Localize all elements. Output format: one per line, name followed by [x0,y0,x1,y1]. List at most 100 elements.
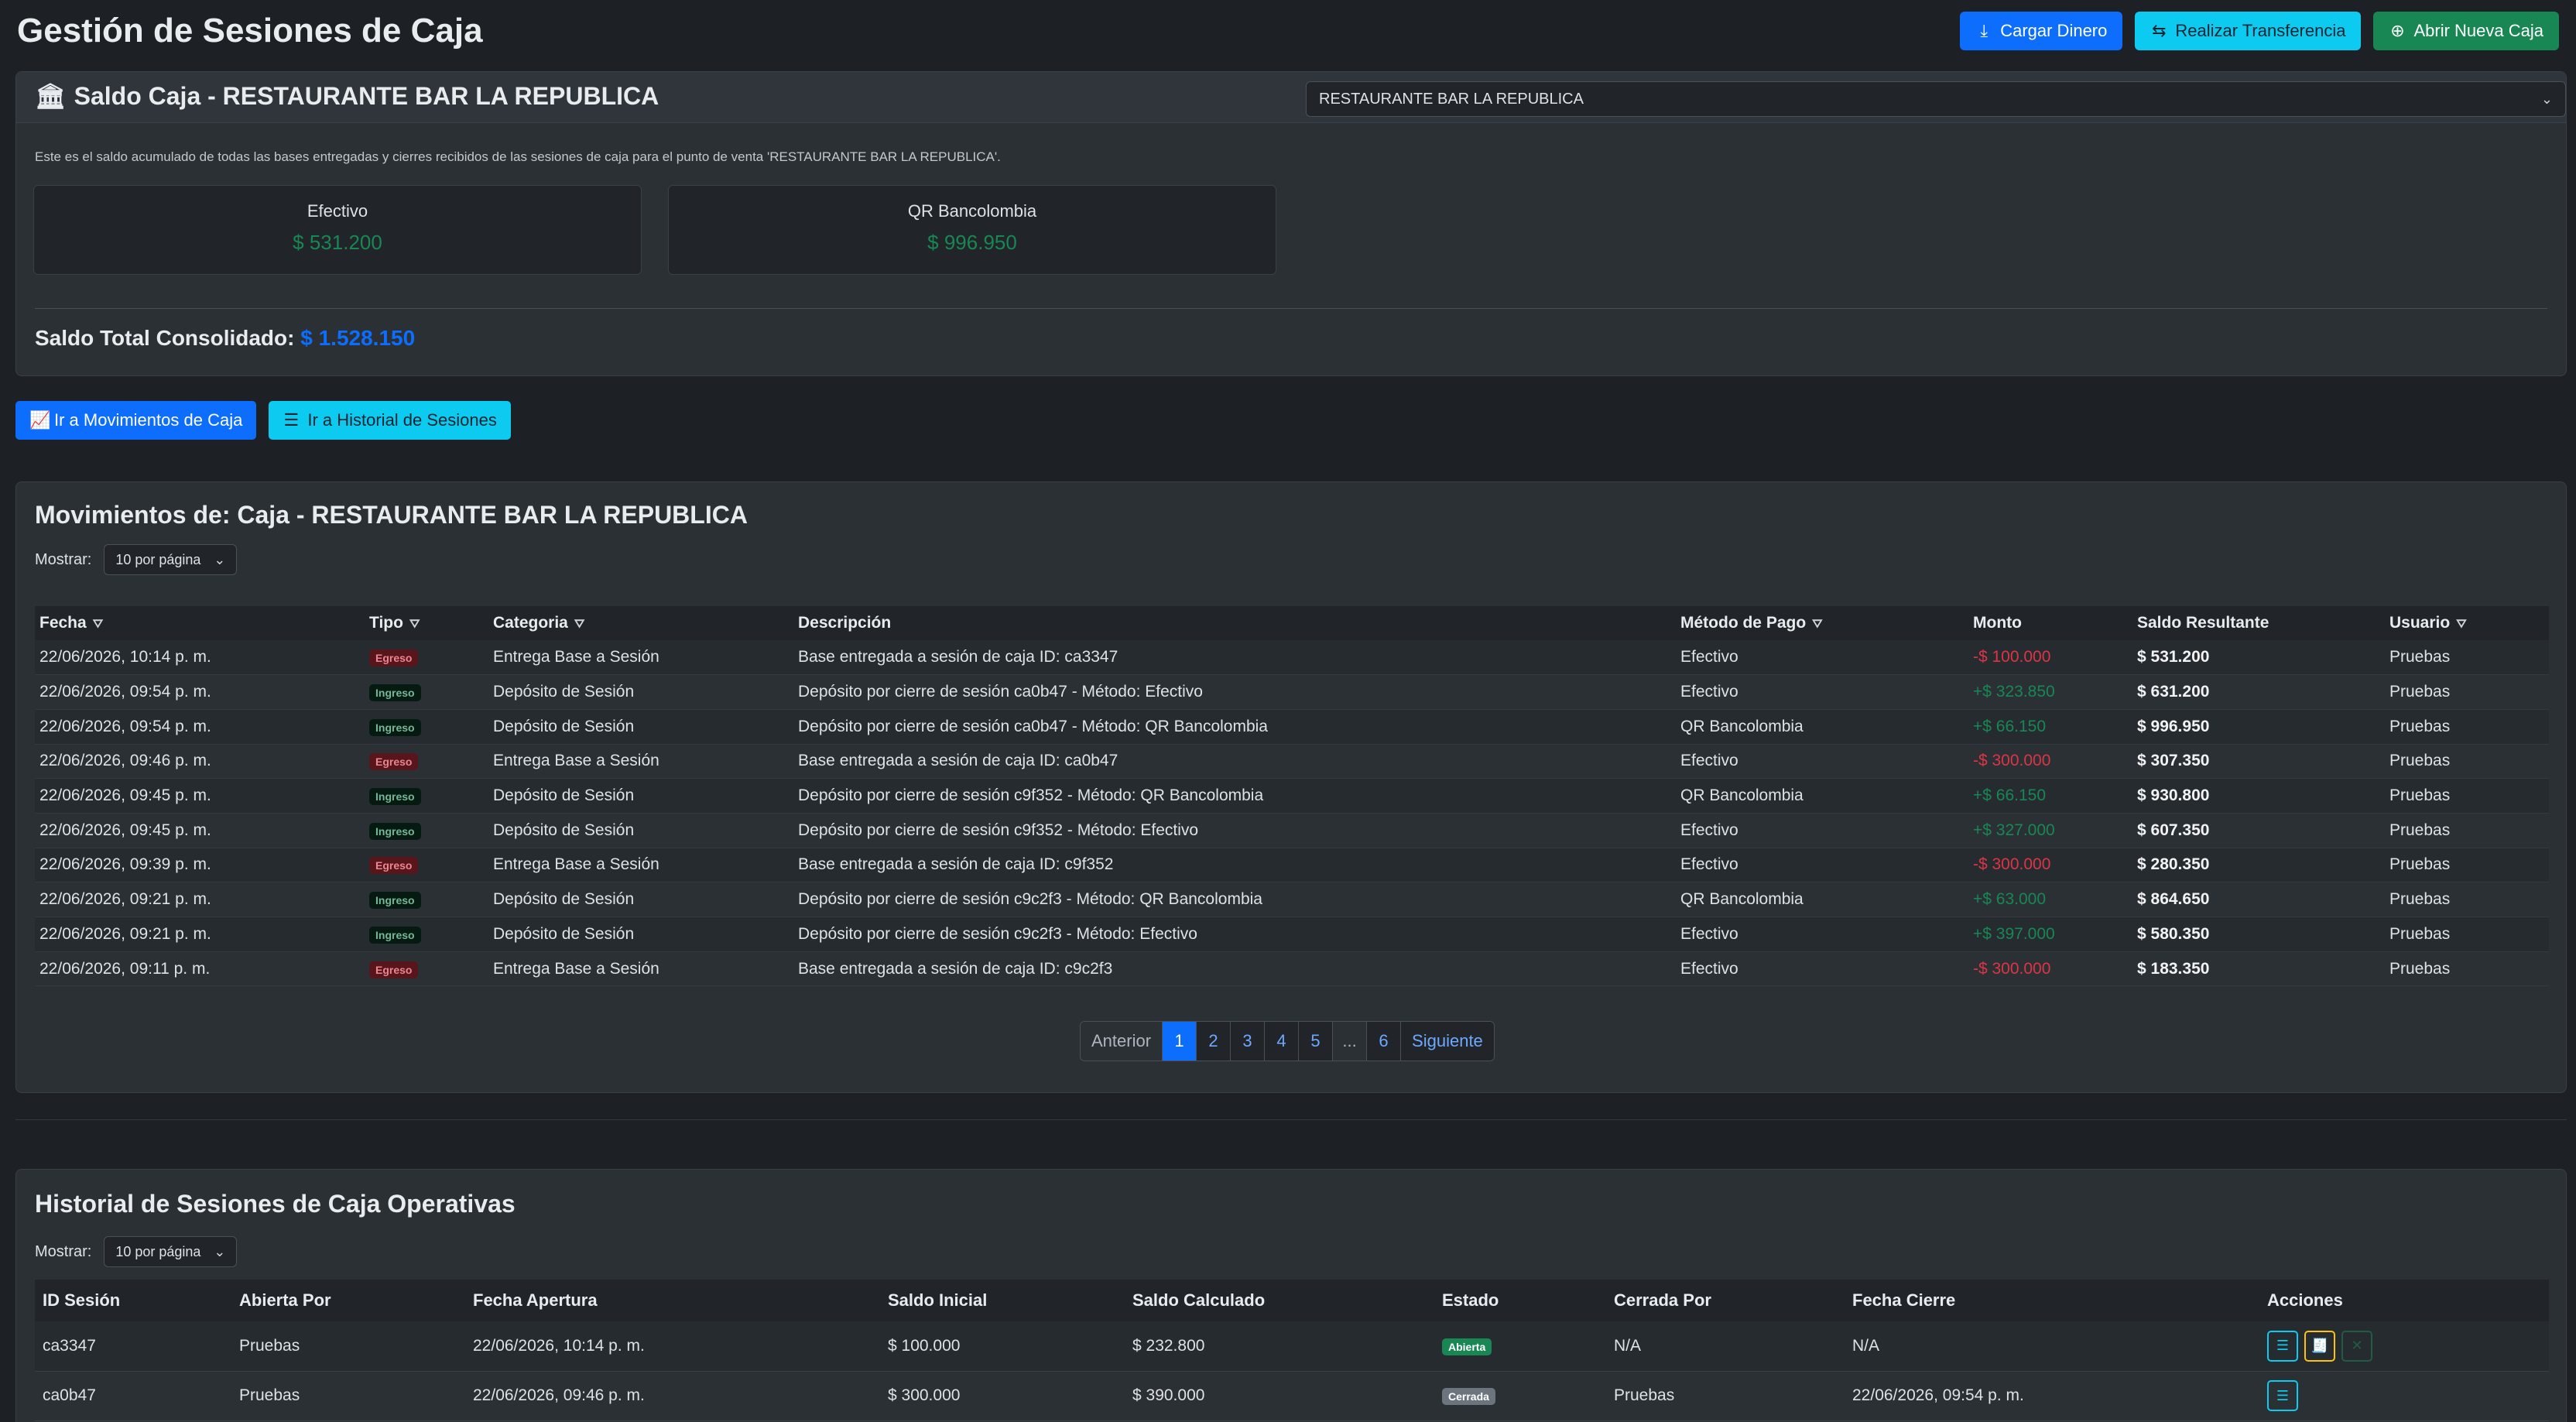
movimientos-per-page-select[interactable]: 10 por página ⌄ [104,544,238,575]
ir-movimientos-button[interactable]: 📈 Ir a Movimientos de Caja [15,401,257,440]
filter-icon[interactable]: ⛛ [93,618,103,631]
cell-monto: +$ 323.850 [1968,674,2132,710]
cell-tipo: Ingreso [365,709,488,745]
col-label: Descripción [798,614,892,632]
section-divider [15,1119,2567,1120]
page-6[interactable]: 6 [1367,1022,1402,1061]
tipo-badge: Ingreso [369,718,421,736]
page-prev[interactable]: Anterior [1081,1022,1163,1061]
col-label: Monto [1973,614,2022,632]
cell-saldo: $ 996.950 [2132,709,2385,745]
header-actions: ⤓ Cargar Dinero ⇆ Realizar Transferencia… [1960,12,2559,50]
cell-descripcion: Depósito por cierre de sesión c9c2f3 - M… [793,917,1676,952]
col-label: Método de Pago [1680,614,1807,632]
historial-card: Historial de Sesiones de Caja Operativas… [15,1169,2567,1422]
page-4[interactable]: 4 [1265,1022,1300,1061]
view-details-button[interactable]: ☰ [2267,1330,2298,1362]
cell-metodo: Efectivo [1676,640,1968,676]
page-1[interactable]: 1 [1163,1022,1197,1061]
historial-title: Historial de Sesiones de Caja Operativas [35,1190,516,1218]
mostrar-label: Mostrar: [35,550,92,568]
table-row: 22/06/2026, 09:39 p. m. Egreso Entrega Bas… [35,848,2549,883]
abrir-nueva-caja-button[interactable]: ⊕ Abrir Nueva Caja [2373,12,2559,50]
saldo-card-header: 🏛 Saldo Caja - RESTAURANTE BAR LA REPUBL… [16,72,2566,123]
chevron-down-icon: ⌄ [2540,91,2553,107]
cell-fecha: 22/06/2026, 09:21 p. m. [35,882,365,917]
cell-usuario: Pruebas [2385,744,2549,780]
realizar-transferencia-button[interactable]: ⇆ Realizar Transferencia [2135,12,2362,50]
cell-abierta-por: Pruebas [231,1321,465,1372]
col-tipo[interactable]: Tipo ⛛ [365,606,488,640]
cell-descripcion: Base entregada a sesión de caja ID: c9c2… [793,951,1676,987]
tipo-badge: Ingreso [369,684,421,702]
historial-per-page-select[interactable]: 10 por página ⌄ [104,1236,238,1267]
saldo-title-text: Saldo Caja - RESTAURANTE BAR LA REPUBLIC… [74,81,659,110]
saldo-description: Este es el saldo acumulado de todas las … [35,149,1001,164]
page-5[interactable]: 5 [1299,1022,1334,1061]
cell-saldo: $ 183.350 [2132,951,2385,987]
tipo-badge: Ingreso [369,926,421,944]
cell-saldo-calculado: $ 390.000 [1125,1371,1434,1421]
chevron-down-icon: ⌄ [214,551,226,567]
arrows-exchange-icon: ⇆ [2152,21,2167,40]
cell-categoria: Entrega Base a Sesión [488,951,793,987]
cell-descripcion: Base entregada a sesión de caja ID: ca0b… [793,744,1676,780]
realizar-transferencia-label: Realizar Transferencia [2175,21,2346,40]
plus-circle-icon: ⊕ [2390,21,2405,40]
cell-fecha-apertura: 22/06/2026, 10:14 p. m. [465,1321,880,1372]
col-label: Usuario [2389,614,2451,632]
col-saldo-calculado: Saldo Calculado [1125,1280,1434,1321]
cell-descripcion: Depósito por cierre de sesión ca0b47 - M… [793,709,1676,745]
cell-descripcion: Base entregada a sesión de caja ID: c9f3… [793,848,1676,883]
metric-qr-bancolombia: QR Bancolombia $ 996.950 [668,185,1276,275]
cell-acciones: ☰ 🧾 ✕ [2259,1321,2549,1372]
cell-tipo: Ingreso [365,882,488,917]
cell-estado: Cerrada [1434,1371,1606,1421]
cargar-dinero-label: Cargar Dinero [2000,21,2108,40]
table-header-row: Fecha ⛛ Tipo ⛛ Categoria ⛛ Descripción Méto… [35,606,2549,640]
table-row: ca3347 Pruebas 22/06/2026, 10:14 p. m. $ 10… [35,1321,2549,1372]
per-page-value: 10 por página [115,551,201,567]
cell-monto: +$ 66.150 [1968,709,2132,745]
cell-metodo: Efectivo [1676,674,1968,710]
page-next[interactable]: Siguiente [1401,1022,1494,1061]
close-session-button[interactable]: ✕ [2341,1330,2372,1362]
filter-icon[interactable]: ⛛ [574,618,584,631]
col-fecha[interactable]: Fecha ⛛ [35,606,365,640]
ir-historial-button[interactable]: ☰ Ir a Historial de Sesiones [269,401,511,440]
col-categoria[interactable]: Categoria ⛛ [488,606,793,640]
receipt-button[interactable]: 🧾 [2304,1330,2335,1362]
cargar-dinero-button[interactable]: ⤓ Cargar Dinero [1960,12,2123,50]
punto-venta-select[interactable]: RESTAURANTE BAR LA REPUBLICA ⌄ [1306,81,2566,117]
chevron-down-icon: ⌄ [214,1243,226,1259]
table-row: 22/06/2026, 09:46 p. m. Egreso Entrega Bas… [35,744,2549,780]
list-icon: ☰ [2276,1387,2290,1403]
cell-cerrada-por: N/A [1606,1321,1845,1372]
cell-categoria: Entrega Base a Sesión [488,744,793,780]
page-2[interactable]: 2 [1197,1022,1231,1061]
col-usuario[interactable]: Usuario ⛛ [2385,606,2549,640]
cell-monto: -$ 300.000 [1968,951,2132,987]
col-metodo-pago[interactable]: Método de Pago ⛛ [1676,606,1968,640]
cell-categoria: Depósito de Sesión [488,778,793,814]
view-details-button[interactable]: ☰ [2267,1380,2298,1411]
filter-icon[interactable]: ⛛ [1812,618,1822,631]
cell-metodo: QR Bancolombia [1676,882,1968,917]
movimientos-card: Movimientos de: Caja - RESTAURANTE BAR L… [15,481,2567,1093]
list-icon: ☰ [283,410,300,430]
filter-icon[interactable]: ⛛ [2456,618,2466,631]
table-row: 22/06/2026, 09:45 p. m. Ingreso Depósito d… [35,778,2549,814]
historial-mostrar: Mostrar: 10 por página ⌄ [35,1236,238,1267]
cell-fecha: 22/06/2026, 09:46 p. m. [35,744,365,780]
punto-venta-selected: RESTAURANTE BAR LA REPUBLICA [1319,90,1584,108]
col-saldo-inicial: Saldo Inicial [880,1280,1125,1321]
cell-metodo: Efectivo [1676,848,1968,883]
page-3[interactable]: 3 [1231,1022,1266,1061]
status-badge: Abierta [1442,1338,1492,1355]
cell-id: ca3347 [35,1321,231,1372]
cell-fecha: 22/06/2026, 09:54 p. m. [35,709,365,745]
col-label: Saldo Resultante [2137,614,2269,632]
cell-monto: -$ 300.000 [1968,744,2132,780]
col-label: Fecha [39,614,87,632]
filter-icon[interactable]: ⛛ [409,618,420,631]
